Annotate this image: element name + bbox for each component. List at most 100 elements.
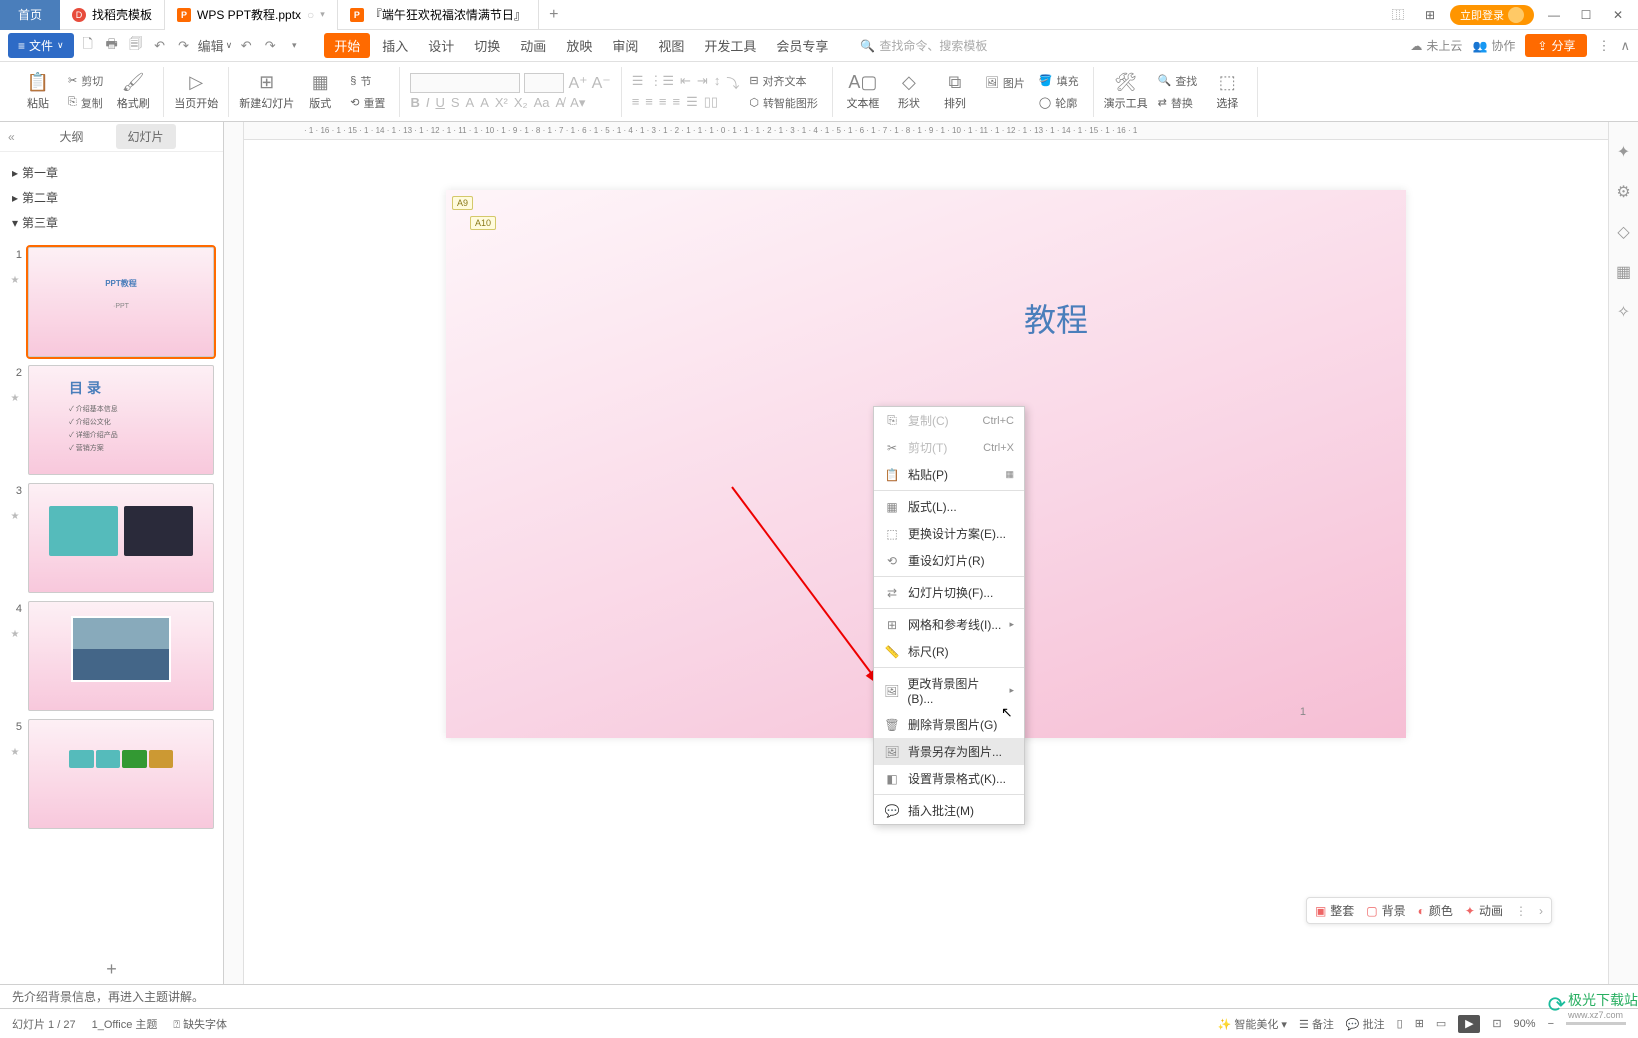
menu-view[interactable]: 视图 bbox=[650, 32, 692, 59]
font-family-select[interactable] bbox=[410, 73, 520, 93]
tab-dropdown-icon[interactable]: ▾ bbox=[320, 9, 325, 20]
font-color-button[interactable]: A▾ bbox=[570, 95, 585, 111]
clear-format-button[interactable]: A̸ bbox=[555, 95, 564, 111]
sidebar-settings-icon[interactable]: ⚙ bbox=[1616, 182, 1630, 202]
ctx-change-design[interactable]: ⬚更换设计方案(E)... bbox=[874, 520, 1024, 547]
sidebar-animation-icon[interactable]: ✧ bbox=[1617, 302, 1630, 322]
highlight-button[interactable]: A bbox=[480, 95, 489, 111]
subscript-button[interactable]: X₂ bbox=[514, 95, 528, 111]
outline-tab[interactable]: 大纲 bbox=[47, 124, 95, 149]
ctx-save-bg-as-image[interactable]: 🖼背景另存为图片... bbox=[874, 738, 1024, 765]
align-right-button[interactable]: ≡ bbox=[659, 94, 667, 110]
ctx-insert-comment[interactable]: 💬插入批注(M) bbox=[874, 797, 1024, 824]
doc-tab-other[interactable]: P 『端午狂欢祝福浓情满节日』 bbox=[338, 0, 539, 30]
menu-insert[interactable]: 插入 bbox=[374, 32, 416, 59]
chapter-item[interactable]: ▸ 第二章 bbox=[12, 185, 211, 210]
home-tab[interactable]: 首页 bbox=[0, 0, 60, 30]
slides-tab[interactable]: 幻灯片 bbox=[116, 124, 176, 149]
edit-menu[interactable]: 编辑 ∨ bbox=[198, 36, 233, 55]
chapter-item[interactable]: ▾ 第三章 bbox=[12, 210, 211, 235]
menu-slideshow[interactable]: 放映 bbox=[558, 32, 600, 59]
decrease-font-icon[interactable]: A⁻ bbox=[592, 73, 611, 93]
print-preview-icon[interactable]: 🗐 bbox=[126, 36, 146, 56]
underline-button[interactable]: U bbox=[435, 95, 444, 111]
align-left-button[interactable]: ≡ bbox=[632, 94, 640, 110]
bold-button[interactable]: B bbox=[410, 95, 419, 111]
menu-member[interactable]: 会员专享 bbox=[768, 32, 836, 59]
text-direction-button[interactable]: ⤵ bbox=[726, 73, 739, 92]
redo-icon[interactable]: ↷ bbox=[174, 36, 194, 56]
tools-button[interactable]: 🛠演示工具 bbox=[1104, 72, 1148, 111]
change-case-button[interactable]: Aa bbox=[534, 95, 550, 111]
textbox-button[interactable]: A▢文本框 bbox=[843, 72, 883, 111]
notes-toggle[interactable]: ☰ 备注 bbox=[1299, 1016, 1334, 1032]
more-icon[interactable]: ⋮ bbox=[1597, 38, 1610, 54]
file-menu[interactable]: ≡ 文件 ∨ bbox=[8, 33, 74, 58]
new-tab-button[interactable]: + bbox=[539, 6, 569, 24]
ctx-change-bg[interactable]: 🖼更改背景图片(B)...▸ bbox=[874, 670, 1024, 711]
fill-button[interactable]: 🪣填充 bbox=[1035, 71, 1083, 91]
share-button[interactable]: ⇪分享 bbox=[1525, 34, 1587, 57]
fit-icon[interactable]: ⊡ bbox=[1492, 1017, 1501, 1030]
menu-transition[interactable]: 切换 bbox=[466, 32, 508, 59]
save-icon[interactable]: 🗋 bbox=[78, 36, 98, 56]
cut-button[interactable]: ✂剪切 bbox=[64, 71, 107, 91]
replace-button[interactable]: ⇄替换 bbox=[1154, 93, 1202, 113]
float-background[interactable]: ▢背景 bbox=[1366, 902, 1405, 919]
view-sorter-icon[interactable]: ⊞ bbox=[1415, 1017, 1424, 1030]
shape-button[interactable]: ◇形状 bbox=[889, 72, 929, 111]
view-normal-icon[interactable]: ▯ bbox=[1397, 1017, 1403, 1030]
doc-tab-template[interactable]: D 找稻壳模板 bbox=[60, 0, 165, 30]
slide-thumb-1[interactable]: 1★ PPT教程·PPT bbox=[8, 247, 223, 357]
missing-font[interactable]: ⍰ 缺失字体 bbox=[173, 1016, 227, 1032]
font-effect-button[interactable]: A bbox=[466, 95, 475, 111]
superscript-button[interactable]: X² bbox=[495, 95, 508, 111]
login-button[interactable]: 立即登录 bbox=[1450, 5, 1534, 25]
arrange-button[interactable]: ⧉排列 bbox=[935, 72, 975, 111]
align-justify-button[interactable]: ≡ bbox=[672, 94, 680, 110]
comment-badge[interactable]: A9 bbox=[452, 196, 473, 210]
float-animation[interactable]: ✦动画 bbox=[1465, 902, 1503, 919]
distribute-button[interactable]: ☰ bbox=[686, 94, 698, 110]
float-suite[interactable]: ▣整套 bbox=[1315, 902, 1354, 919]
command-search[interactable]: 🔍 查找命令、搜索模板 bbox=[860, 37, 987, 54]
line-spacing-button[interactable]: ↕ bbox=[714, 73, 721, 92]
collapse-ribbon-icon[interactable]: ∧ bbox=[1620, 38, 1630, 54]
from-current-button[interactable]: ▷当页开始 bbox=[174, 72, 218, 111]
ctx-transition[interactable]: ⇄幻灯片切换(F)... bbox=[874, 579, 1024, 606]
close-button[interactable]: ✕ bbox=[1606, 3, 1630, 27]
slideshow-button[interactable]: ▶ bbox=[1458, 1015, 1480, 1033]
smartart-button[interactable]: ⬡转智能图形 bbox=[745, 93, 822, 113]
ctx-grid[interactable]: ⊞网格和参考线(I)...▸ bbox=[874, 611, 1024, 638]
layout-icon[interactable]: ⿲ bbox=[1386, 3, 1410, 27]
comment-badge[interactable]: A10 bbox=[470, 216, 496, 230]
slide-thumb-3[interactable]: 3★ bbox=[8, 483, 223, 593]
slide-thumb-2[interactable]: 2★ 目录✓ 介绍基本信息✓ 介绍公文化✓ 详细介绍产品✓ 营销方案 bbox=[8, 365, 223, 475]
align-center-button[interactable]: ≡ bbox=[645, 94, 653, 110]
ctx-ruler[interactable]: 📏标尺(R) bbox=[874, 638, 1024, 665]
layout-button[interactable]: ▦版式 bbox=[300, 72, 340, 111]
doc-tab-current[interactable]: P WPS PPT教程.pptx ○ ▾ bbox=[165, 0, 338, 30]
collab-button[interactable]: 👥协作 bbox=[1472, 37, 1515, 54]
float-next-icon[interactable]: › bbox=[1539, 904, 1543, 918]
reset-button[interactable]: ⟲重置 bbox=[346, 93, 389, 113]
bullets-button[interactable]: ☰ bbox=[632, 73, 644, 92]
increase-font-icon[interactable]: A⁺ bbox=[568, 73, 587, 93]
beautify-button[interactable]: ✨ 智能美化 ▾ bbox=[1218, 1016, 1287, 1032]
undo-icon[interactable]: ↶ bbox=[150, 36, 170, 56]
add-slide-button[interactable]: + bbox=[0, 954, 223, 984]
picture-button[interactable]: 🖼图片 bbox=[981, 73, 1029, 93]
minimize-button[interactable]: — bbox=[1542, 3, 1566, 27]
menu-start[interactable]: 开始 bbox=[324, 33, 370, 58]
float-more-icon[interactable]: ⋮ bbox=[1515, 904, 1527, 918]
view-reading-icon[interactable]: ▭ bbox=[1436, 1017, 1446, 1030]
find-button[interactable]: 🔍查找 bbox=[1154, 71, 1202, 91]
print-icon[interactable]: 🖶 bbox=[102, 36, 122, 56]
numbering-button[interactable]: ⋮☰ bbox=[649, 73, 674, 92]
copy-button[interactable]: ⎘复制 bbox=[64, 93, 107, 113]
slide-thumb-5[interactable]: 5★ bbox=[8, 719, 223, 829]
collapse-panel-icon[interactable]: « bbox=[8, 130, 15, 144]
menu-animation[interactable]: 动画 bbox=[512, 32, 554, 59]
indent-dec-button[interactable]: ⇤ bbox=[680, 73, 691, 92]
ctx-delete-bg[interactable]: 🗑删除背景图片(G) bbox=[874, 711, 1024, 738]
